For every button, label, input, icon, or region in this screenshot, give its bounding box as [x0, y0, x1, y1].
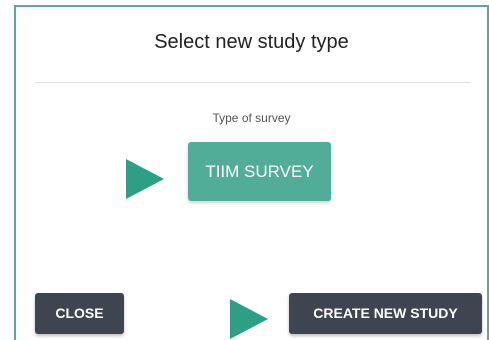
title-divider [35, 82, 470, 83]
dialog-title: Select new study type [154, 31, 349, 53]
pointer-arrow-icon [126, 159, 164, 199]
study-type-dialog: Select new study type Type of survey TII… [14, 5, 489, 340]
create-new-study-button[interactable]: CREATE NEW STUDY [289, 293, 482, 334]
close-button[interactable]: CLOSE [35, 293, 124, 334]
pointer-arrow-icon [230, 299, 268, 339]
survey-type-label: Type of survey [212, 111, 291, 125]
tiim-survey-button[interactable]: TIIM SURVEY [188, 142, 331, 201]
